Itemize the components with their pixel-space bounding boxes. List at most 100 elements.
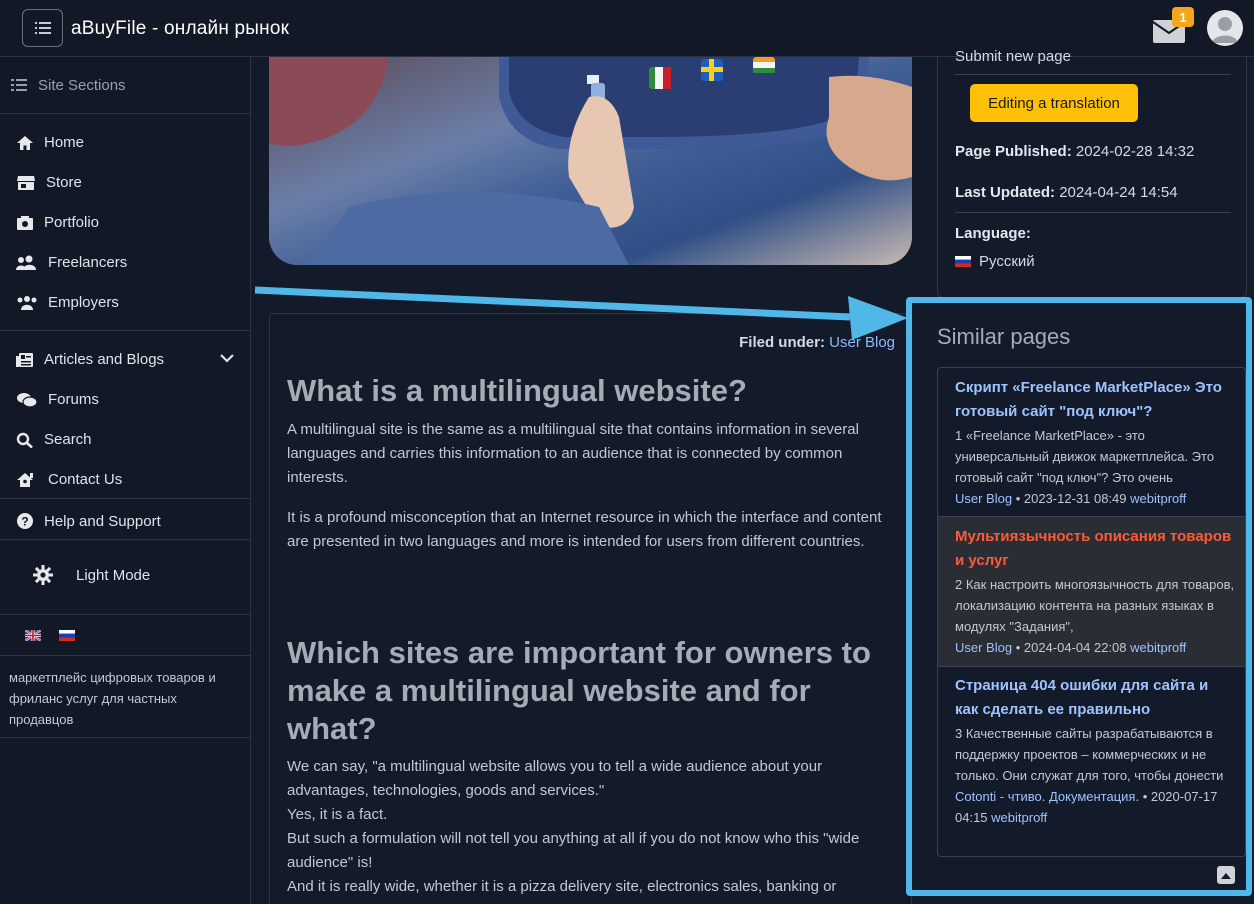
author-link[interactable]: webitproff bbox=[1130, 491, 1186, 506]
published-value: 2024-02-28 14:32 bbox=[1075, 143, 1195, 160]
question-circle-icon: ? bbox=[17, 513, 33, 529]
article-heading: What is a multilingual website? bbox=[287, 373, 747, 408]
list-item[interactable]: Скрипт «Freelance MarketPlace» Это готов… bbox=[938, 376, 1245, 516]
language-value: Русский bbox=[955, 253, 1035, 270]
caret-up-icon bbox=[1221, 872, 1231, 879]
list-item[interactable]: Мультиязычность описания товаров и услуг… bbox=[938, 517, 1245, 666]
category-link[interactable]: User Blog bbox=[955, 491, 1012, 506]
filed-under-label: Filed under: bbox=[739, 334, 825, 351]
article-card: Filed under: User Blog What is a multili… bbox=[269, 313, 912, 904]
filed-under: Filed under: User Blog bbox=[739, 334, 895, 351]
sidebar-item-label: Store bbox=[46, 174, 82, 191]
language-label: Language: bbox=[955, 225, 1031, 242]
similar-item-title[interactable]: Мультиязычность описания товаров и услуг bbox=[955, 525, 1235, 573]
home-icon bbox=[17, 135, 33, 150]
comments-icon bbox=[17, 392, 38, 408]
user-icon bbox=[1212, 17, 1238, 43]
light-mode-toggle[interactable]: Light Mode bbox=[32, 564, 150, 586]
divider bbox=[955, 74, 1231, 75]
article-paragraph: And it is really wide, whether it is a p… bbox=[287, 878, 837, 895]
edit-translation-button[interactable]: Editing a translation bbox=[970, 84, 1138, 122]
sidebar-item-freelancers[interactable]: Freelancers bbox=[16, 254, 127, 271]
category-link[interactable]: User Blog bbox=[955, 640, 1012, 655]
sidebar-item-store[interactable]: Store bbox=[16, 174, 82, 191]
app-title[interactable]: aBuyFile - онлайн рынок bbox=[71, 18, 289, 40]
chevron-down-icon[interactable] bbox=[220, 353, 234, 363]
light-mode-label: Light Mode bbox=[76, 566, 151, 584]
sidebar-item-portfolio[interactable]: Portfolio bbox=[16, 214, 99, 231]
notification-badge: 1 bbox=[1172, 7, 1194, 27]
sidebar-toggle-button[interactable] bbox=[22, 9, 63, 47]
freelancers-icon bbox=[16, 255, 36, 270]
sidebar-item-label: Portfolio bbox=[44, 214, 100, 231]
article-paragraph: A multilingual site is the same as a mul… bbox=[287, 421, 859, 486]
article-paragraph: We can say, "a multilingual website allo… bbox=[287, 758, 823, 799]
gear-icon bbox=[33, 565, 53, 585]
store-icon bbox=[17, 175, 35, 190]
employers-icon bbox=[17, 295, 37, 310]
tablet-illustration bbox=[269, 57, 912, 265]
language-label-text: Language: bbox=[955, 225, 1031, 242]
sidebar-item-home[interactable]: Home bbox=[16, 134, 84, 151]
similar-pages-list: Скрипт «Freelance MarketPlace» Это готов… bbox=[937, 367, 1246, 857]
article-subheading: Which sites are important for owners to … bbox=[287, 635, 871, 746]
portfolio-icon bbox=[17, 215, 33, 230]
sidebar-item-forums[interactable]: Forums bbox=[16, 391, 99, 408]
sidebar-item-label: Forums bbox=[48, 391, 99, 408]
sidebar-item-label: Home bbox=[44, 134, 85, 151]
page-published: Page Published: 2024-02-28 14:32 bbox=[955, 143, 1194, 160]
search-icon bbox=[16, 432, 33, 448]
sidebar-item-employers[interactable]: Employers bbox=[16, 294, 119, 311]
sidebar-item-articles[interactable]: Articles and Blogs bbox=[16, 351, 164, 368]
sidebar-item-label: Employers bbox=[48, 294, 119, 311]
similar-item-description: 2 Как настроить многоязычность для товар… bbox=[955, 577, 1235, 634]
uk-flag-icon[interactable] bbox=[25, 630, 41, 641]
similar-item-meta: User Blog • 2023-12-31 08:49 webitproff bbox=[955, 488, 1245, 509]
svg-text:?: ? bbox=[21, 515, 28, 529]
language-value-text: Русский bbox=[979, 253, 1035, 270]
sidebar-divider bbox=[0, 498, 251, 499]
author-link[interactable]: webitproff bbox=[1130, 640, 1186, 655]
sidebar-item-label: Articles and Blogs bbox=[44, 351, 165, 368]
similar-item-title[interactable]: Скрипт «Freelance MarketPlace» Это готов… bbox=[955, 376, 1235, 424]
sidebar-divider bbox=[0, 737, 251, 738]
category-link[interactable]: Cotonti - чтиво. Документация. bbox=[955, 789, 1139, 804]
sidebar: Site Sections Home Store Portfolio Freel… bbox=[0, 57, 251, 904]
updated-value: 2024-04-24 14:54 bbox=[1059, 184, 1178, 201]
similar-item-title[interactable]: Страница 404 ошибки для сайта и как сдел… bbox=[955, 674, 1235, 722]
article-hero-image bbox=[269, 57, 912, 265]
sidebar-divider bbox=[0, 539, 251, 540]
sidebar-item-search[interactable]: Search bbox=[16, 431, 92, 448]
site-sections-label: Site Sections bbox=[38, 76, 126, 94]
similar-pages-title: Similar pages bbox=[937, 324, 1071, 349]
author-link[interactable]: webitproff bbox=[991, 810, 1047, 825]
divider bbox=[938, 666, 1245, 667]
divider bbox=[955, 212, 1231, 213]
article-paragraph: But such a formulation will not tell you… bbox=[287, 830, 860, 871]
sidebar-item-contact[interactable]: Contact Us bbox=[16, 471, 122, 488]
submit-new-page-link[interactable]: Submit new page bbox=[955, 48, 1071, 65]
similar-item-description: 1 «Freelance MarketPlace» - это универса… bbox=[955, 428, 1215, 485]
site-description: маркетплейс цифровых товаров и фриланс у… bbox=[9, 670, 216, 727]
sidebar-divider bbox=[0, 614, 251, 615]
sidebar-item-label: Help and Support bbox=[44, 512, 161, 530]
house-user-icon bbox=[17, 472, 33, 487]
list-icon bbox=[34, 22, 51, 34]
ru-flag-icon[interactable] bbox=[59, 630, 75, 641]
filed-under-link[interactable]: User Blog bbox=[829, 334, 895, 351]
user-avatar[interactable] bbox=[1207, 10, 1243, 46]
sidebar-item-help[interactable]: ? Help and Support bbox=[16, 512, 161, 530]
date: • 2023-12-31 08:49 bbox=[1015, 491, 1127, 506]
list-item[interactable]: Страница 404 ошибки для сайта и как сдел… bbox=[938, 674, 1245, 856]
sidebar-item-label: Freelancers bbox=[48, 254, 128, 271]
similar-item-meta: Cotonti - чтиво. Документация. • 2020-07… bbox=[955, 786, 1237, 828]
article-paragraph: It is a profound misconception that an I… bbox=[287, 509, 882, 550]
scroll-to-top-button[interactable] bbox=[1217, 866, 1235, 884]
language-switcher bbox=[25, 630, 75, 641]
similar-item-description: 3 Качественные сайты разрабатываются в п… bbox=[955, 726, 1224, 783]
list-icon bbox=[11, 79, 27, 91]
published-label: Page Published: bbox=[955, 143, 1072, 160]
date: • 2024-04-04 22:08 bbox=[1015, 640, 1127, 655]
site-sections-header[interactable]: Site Sections bbox=[0, 57, 250, 114]
sidebar-divider bbox=[0, 655, 251, 656]
